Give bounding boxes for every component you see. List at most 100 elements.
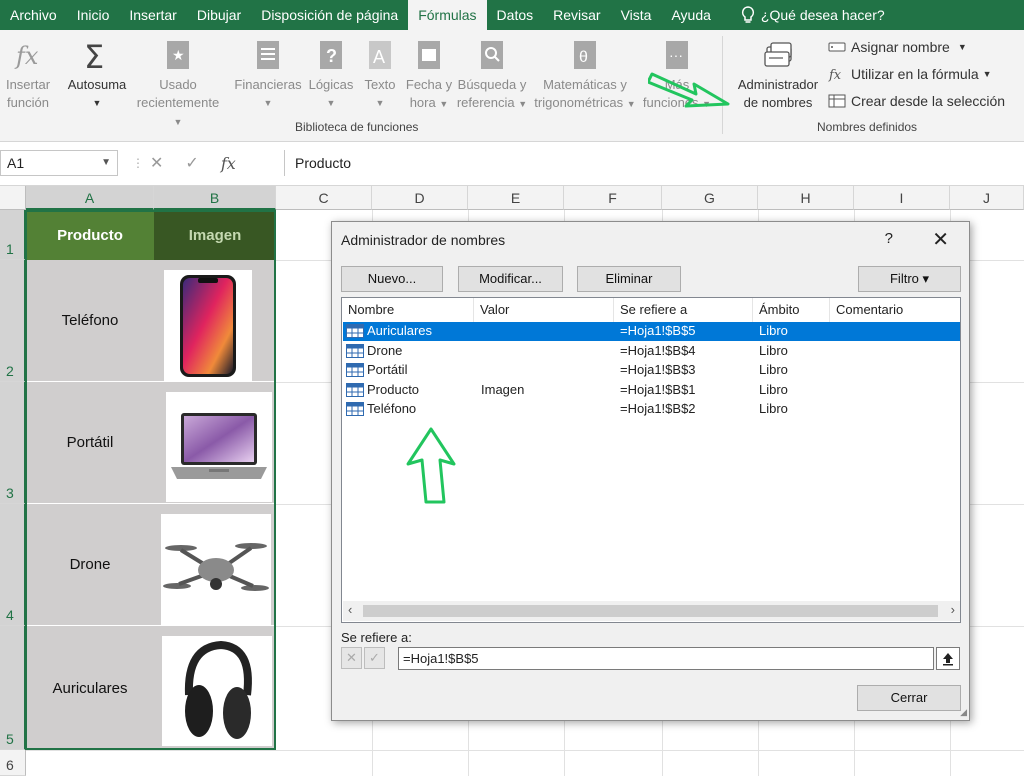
scroll-right-icon[interactable]: › xyxy=(951,602,955,617)
table-row[interactable]: Auriculares =Hoja1!$B$5 Libro xyxy=(343,322,960,341)
tab-archivo[interactable]: Archivo xyxy=(0,0,67,30)
column-header-i[interactable]: I xyxy=(854,186,950,210)
tab-insertar[interactable]: Insertar xyxy=(119,0,186,30)
name-box[interactable]: A1 ▼ xyxy=(0,150,118,176)
new-button[interactable]: Nuevo... xyxy=(341,266,443,292)
tab-dibujar[interactable]: Dibujar xyxy=(187,0,251,30)
theta-book-icon: θ xyxy=(574,41,596,69)
close-button[interactable]: Cerrar xyxy=(857,685,961,711)
confirm-edit-icon[interactable]: ✓ xyxy=(364,647,385,669)
lookup-button[interactable]: Búsqueda y referencia ▼ xyxy=(455,38,529,113)
column-header-scope[interactable]: Ámbito xyxy=(753,298,830,322)
row-header-5[interactable]: 5 xyxy=(0,626,26,750)
cell-a5[interactable]: Auriculares xyxy=(26,626,154,750)
cancel-icon[interactable]: ✕ xyxy=(150,153,163,173)
column-header-f[interactable]: F xyxy=(564,186,662,210)
resize-handle-icon[interactable]: ⋮ xyxy=(132,156,144,170)
resize-grip-icon[interactable]: ◢ xyxy=(960,707,967,718)
tab-ayuda[interactable]: Ayuda xyxy=(661,0,720,30)
column-header-comment[interactable]: Comentario xyxy=(830,298,960,322)
name-manager-icon xyxy=(764,42,792,67)
gridline xyxy=(26,750,1024,751)
column-header-b[interactable]: B xyxy=(154,186,276,210)
laptop-image[interactable] xyxy=(166,392,272,502)
column-header-name[interactable]: Nombre xyxy=(342,298,474,322)
row-header-6[interactable]: 6 xyxy=(0,750,26,776)
cell-a3[interactable]: Portátil xyxy=(26,382,154,504)
cell-a1[interactable]: Producto xyxy=(26,210,154,260)
cell-a2[interactable]: Teléfono xyxy=(26,260,154,382)
table-row[interactable]: Producto Imagen =Hoja1!$B$1 Libro xyxy=(343,381,960,400)
tell-me-text: ¿Qué desea hacer? xyxy=(760,7,885,23)
table-row[interactable]: Drone =Hoja1!$B$4 Libro xyxy=(343,342,960,361)
column-header-e[interactable]: E xyxy=(468,186,564,210)
tab-vista[interactable]: Vista xyxy=(611,0,662,30)
row-name: Producto xyxy=(367,382,420,397)
tab-formulas[interactable]: Fórmulas xyxy=(408,0,487,30)
column-header-h[interactable]: H xyxy=(758,186,854,210)
horizontal-scrollbar[interactable]: ‹ › xyxy=(343,601,960,621)
define-name-button[interactable]: Asignar nombre ▼ xyxy=(828,39,967,55)
formula-input[interactable]: Producto xyxy=(284,150,1024,176)
row-header-2[interactable]: 2 xyxy=(0,260,26,382)
phone-image[interactable] xyxy=(164,270,252,382)
tab-inicio[interactable]: Inicio xyxy=(67,0,120,30)
formula-actions: ✕ ✓ fx xyxy=(150,150,236,176)
filter-button[interactable]: Filtro ▾ xyxy=(858,266,961,292)
recent-functions-button[interactable]: ★ Usado recientemente ▼ xyxy=(132,38,224,131)
row-header-3[interactable]: 3 xyxy=(0,382,26,504)
svg-text:?: ? xyxy=(326,46,337,66)
tab-disposicion[interactable]: Disposición de página xyxy=(251,0,408,30)
column-header-d[interactable]: D xyxy=(372,186,468,210)
table-icon xyxy=(346,402,364,416)
autosum-button[interactable]: Σ Autosuma ▼ xyxy=(62,38,132,112)
column-header-value[interactable]: Valor xyxy=(474,298,614,322)
row-header-4[interactable]: 4 xyxy=(0,504,26,626)
insert-function-button[interactable]: fx Insertar función xyxy=(2,38,54,112)
drone-image[interactable] xyxy=(161,514,271,626)
annotation-arrow-icon xyxy=(406,427,456,504)
create-from-selection-button[interactable]: Crear desde la selección xyxy=(828,93,1005,109)
cell-b1[interactable]: Imagen xyxy=(154,210,276,260)
laptop-icon xyxy=(171,413,267,479)
column-header-a[interactable]: A xyxy=(26,186,154,210)
confirm-icon[interactable]: ✓ xyxy=(185,153,198,173)
column-header-c[interactable]: C xyxy=(276,186,372,210)
table-row[interactable]: Portátil =Hoja1!$B$3 Libro xyxy=(343,361,960,380)
tell-me-box[interactable]: ¿Qué desea hacer? xyxy=(741,6,885,24)
column-header-refers-to[interactable]: Se refiere a xyxy=(614,298,753,322)
row-header-1[interactable]: 1 xyxy=(0,210,26,260)
text-button[interactable]: A Texto ▼ xyxy=(360,38,400,112)
svg-text:fx: fx xyxy=(14,42,39,70)
tab-revisar[interactable]: Revisar xyxy=(543,0,610,30)
table-row[interactable]: Teléfono =Hoja1!$B$2 Libro xyxy=(343,400,960,419)
column-header-g[interactable]: G xyxy=(662,186,758,210)
tab-datos[interactable]: Datos xyxy=(487,0,544,30)
headphones-image[interactable] xyxy=(162,636,272,746)
row-name: Auriculares xyxy=(367,323,433,338)
datetime-button[interactable]: Fecha y hora ▼ xyxy=(404,38,454,113)
collapse-dialog-button[interactable] xyxy=(936,647,960,670)
logical-button[interactable]: ? Lógicas ▼ xyxy=(305,38,357,112)
use-in-formula-button[interactable]: fx Utilizar en la fórmula ▼ xyxy=(828,66,992,82)
row-ref: =Hoja1!$B$2 xyxy=(620,401,696,416)
row-scope: Libro xyxy=(759,323,788,338)
select-all-corner[interactable] xyxy=(0,186,26,210)
names-list[interactable]: Nombre Valor Se refiere a Ámbito Comenta… xyxy=(341,297,961,623)
scroll-left-icon[interactable]: ‹ xyxy=(348,602,352,617)
fx-insert-icon[interactable]: fx xyxy=(221,154,236,173)
scrollbar-thumb[interactable] xyxy=(363,605,938,617)
math-button[interactable]: θ Matemáticas y trigonométricas ▼ xyxy=(531,38,639,113)
svg-text:fx: fx xyxy=(828,68,842,82)
financial-button[interactable]: Financieras ▼ xyxy=(232,38,304,112)
delete-button[interactable]: Eliminar xyxy=(577,266,681,292)
help-button[interactable]: ? xyxy=(885,230,893,247)
edit-button[interactable]: Modificar... xyxy=(458,266,563,292)
column-header-j[interactable]: J xyxy=(950,186,1024,210)
refers-to-input[interactable]: =Hoja1!$B$5 xyxy=(398,647,934,670)
name-manager-button[interactable]: Administrador de nombres xyxy=(730,38,826,112)
svg-text:A: A xyxy=(373,47,385,67)
cell-a4[interactable]: Drone xyxy=(26,504,154,626)
cancel-edit-icon[interactable]: ✕ xyxy=(341,647,362,669)
close-icon[interactable]: ✕ xyxy=(932,227,949,252)
